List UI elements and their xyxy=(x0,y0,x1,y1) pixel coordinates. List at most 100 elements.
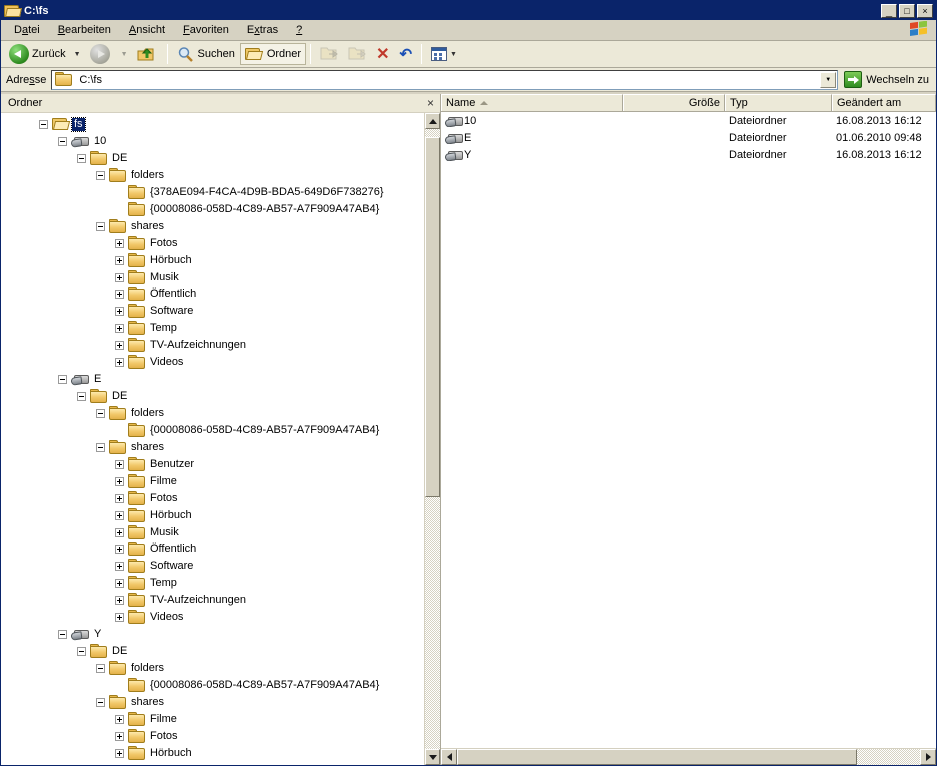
address-dropdown-button[interactable]: ▼ xyxy=(820,72,836,88)
tree-node[interactable]: Musik xyxy=(1,524,424,541)
copy-to-button[interactable] xyxy=(343,43,371,65)
forward-button[interactable] xyxy=(85,43,118,65)
column-header[interactable]: Typ xyxy=(725,94,832,111)
menu-ansicht[interactable]: Ansicht xyxy=(120,21,174,40)
list-item[interactable]: EDateiordner01.06.2010 09:48 xyxy=(441,129,936,146)
tree-node[interactable]: DE xyxy=(1,388,424,405)
collapse-icon[interactable] xyxy=(58,375,67,384)
tree-node[interactable]: shares xyxy=(1,439,424,456)
collapse-icon[interactable] xyxy=(58,630,67,639)
expand-icon[interactable] xyxy=(115,494,124,503)
folders-button[interactable]: Ordner xyxy=(240,43,306,65)
list-item[interactable]: 10Dateiordner16.08.2013 16:12 xyxy=(441,112,936,129)
tree-node[interactable]: DE xyxy=(1,643,424,660)
tree-node[interactable]: folders xyxy=(1,167,424,184)
move-to-button[interactable] xyxy=(315,43,343,65)
tree-node[interactable]: Hörbuch xyxy=(1,507,424,524)
tree-node[interactable]: Musik xyxy=(1,269,424,286)
menu-hilfe[interactable]: ? xyxy=(287,21,311,40)
list-horizontal-scrollbar[interactable] xyxy=(441,748,936,765)
tree-node[interactable]: {378AE094-F4CA-4D9B-BDA5-649D6F738276} xyxy=(1,184,424,201)
up-button[interactable] xyxy=(132,43,163,65)
tree-vertical-scrollbar[interactable] xyxy=(424,113,440,765)
delete-button[interactable]: ✕ xyxy=(371,43,394,65)
collapse-icon[interactable] xyxy=(77,154,86,163)
expand-icon[interactable] xyxy=(115,528,124,537)
tree-node[interactable]: Videos xyxy=(1,354,424,371)
collapse-icon[interactable] xyxy=(96,664,105,673)
collapse-icon[interactable] xyxy=(58,137,67,146)
tree-node[interactable]: Hörbuch xyxy=(1,252,424,269)
tree-node[interactable]: fs xyxy=(1,116,424,133)
undo-button[interactable]: ↶ xyxy=(394,43,417,65)
tree-node[interactable]: {00008086-058D-4C89-AB57-A7F909A47AB4} xyxy=(1,201,424,218)
menu-extras[interactable]: Extras xyxy=(238,21,287,40)
tree-node[interactable]: shares xyxy=(1,694,424,711)
expand-icon[interactable] xyxy=(115,256,124,265)
expand-icon[interactable] xyxy=(115,460,124,469)
list-scrollbar-thumb[interactable] xyxy=(457,749,857,765)
back-dropdown[interactable]: ▼ xyxy=(74,51,81,58)
list-scroll-right-button[interactable] xyxy=(920,749,936,765)
expand-icon[interactable] xyxy=(115,358,124,367)
collapse-icon[interactable] xyxy=(96,222,105,231)
tree-node[interactable]: Fotos xyxy=(1,235,424,252)
collapse-icon[interactable] xyxy=(96,698,105,707)
folders-pane-close-icon[interactable]: × xyxy=(427,97,434,109)
tree-node[interactable]: Hörbuch xyxy=(1,745,424,762)
tree-node[interactable]: shares xyxy=(1,218,424,235)
tree-node[interactable]: DE xyxy=(1,150,424,167)
collapse-icon[interactable] xyxy=(96,171,105,180)
tree-node[interactable]: Y xyxy=(1,626,424,643)
expand-icon[interactable] xyxy=(115,239,124,248)
expand-icon[interactable] xyxy=(115,324,124,333)
expand-icon[interactable] xyxy=(115,341,124,350)
tree-scroll-up-button[interactable] xyxy=(425,113,440,129)
tree-node[interactable]: Software xyxy=(1,303,424,320)
expand-icon[interactable] xyxy=(115,749,124,758)
menu-favoriten[interactable]: Favoriten xyxy=(174,21,238,40)
list-scroll-left-button[interactable] xyxy=(441,749,457,765)
forward-dropdown[interactable]: ▼ xyxy=(121,51,128,58)
tree-node[interactable]: Fotos xyxy=(1,728,424,745)
tree-node[interactable]: Fotos xyxy=(1,490,424,507)
expand-icon[interactable] xyxy=(115,613,124,622)
expand-icon[interactable] xyxy=(115,715,124,724)
tree-node[interactable]: Software xyxy=(1,558,424,575)
tree-node[interactable]: Filme xyxy=(1,711,424,728)
tree-node[interactable]: TV-Aufzeichnungen xyxy=(1,337,424,354)
tree-node[interactable]: E xyxy=(1,371,424,388)
expand-icon[interactable] xyxy=(115,307,124,316)
folder-tree[interactable]: fs10DEfolders{378AE094-F4CA-4D9B-BDA5-64… xyxy=(1,113,424,765)
tree-node[interactable]: folders xyxy=(1,660,424,677)
expand-icon[interactable] xyxy=(115,579,124,588)
expand-icon[interactable] xyxy=(115,477,124,486)
tree-node[interactable]: 10 xyxy=(1,133,424,150)
search-button[interactable]: Suchen xyxy=(172,43,240,65)
tree-node[interactable]: Temp xyxy=(1,575,424,592)
column-header[interactable]: Geändert am xyxy=(832,94,936,111)
collapse-icon[interactable] xyxy=(77,647,86,656)
tree-node[interactable]: {00008086-058D-4C89-AB57-A7F909A47AB4} xyxy=(1,677,424,694)
tree-node[interactable]: folders xyxy=(1,405,424,422)
menu-bearbeiten[interactable]: Bearbeiten xyxy=(49,21,120,40)
tree-node[interactable]: TV-Aufzeichnungen xyxy=(1,592,424,609)
expand-icon[interactable] xyxy=(115,732,124,741)
tree-node[interactable]: Öffentlich xyxy=(1,286,424,303)
collapse-icon[interactable] xyxy=(96,443,105,452)
tree-scrollbar-thumb[interactable] xyxy=(425,137,440,497)
tree-node[interactable]: Videos xyxy=(1,609,424,626)
expand-icon[interactable] xyxy=(115,273,124,282)
expand-icon[interactable] xyxy=(115,596,124,605)
tree-node[interactable]: Öffentlich xyxy=(1,541,424,558)
tree-node[interactable]: Filme xyxy=(1,473,424,490)
collapse-icon[interactable] xyxy=(96,409,105,418)
expand-icon[interactable] xyxy=(115,562,124,571)
tree-node[interactable]: Temp xyxy=(1,320,424,337)
expand-icon[interactable] xyxy=(115,290,124,299)
tree-node[interactable]: {00008086-058D-4C89-AB57-A7F909A47AB4} xyxy=(1,422,424,439)
address-input[interactable]: C:\fs ▼ xyxy=(51,70,838,90)
column-header[interactable]: Größe xyxy=(623,94,725,111)
minimize-button[interactable]: _ xyxy=(881,4,897,18)
tree-node[interactable]: Benutzer xyxy=(1,456,424,473)
